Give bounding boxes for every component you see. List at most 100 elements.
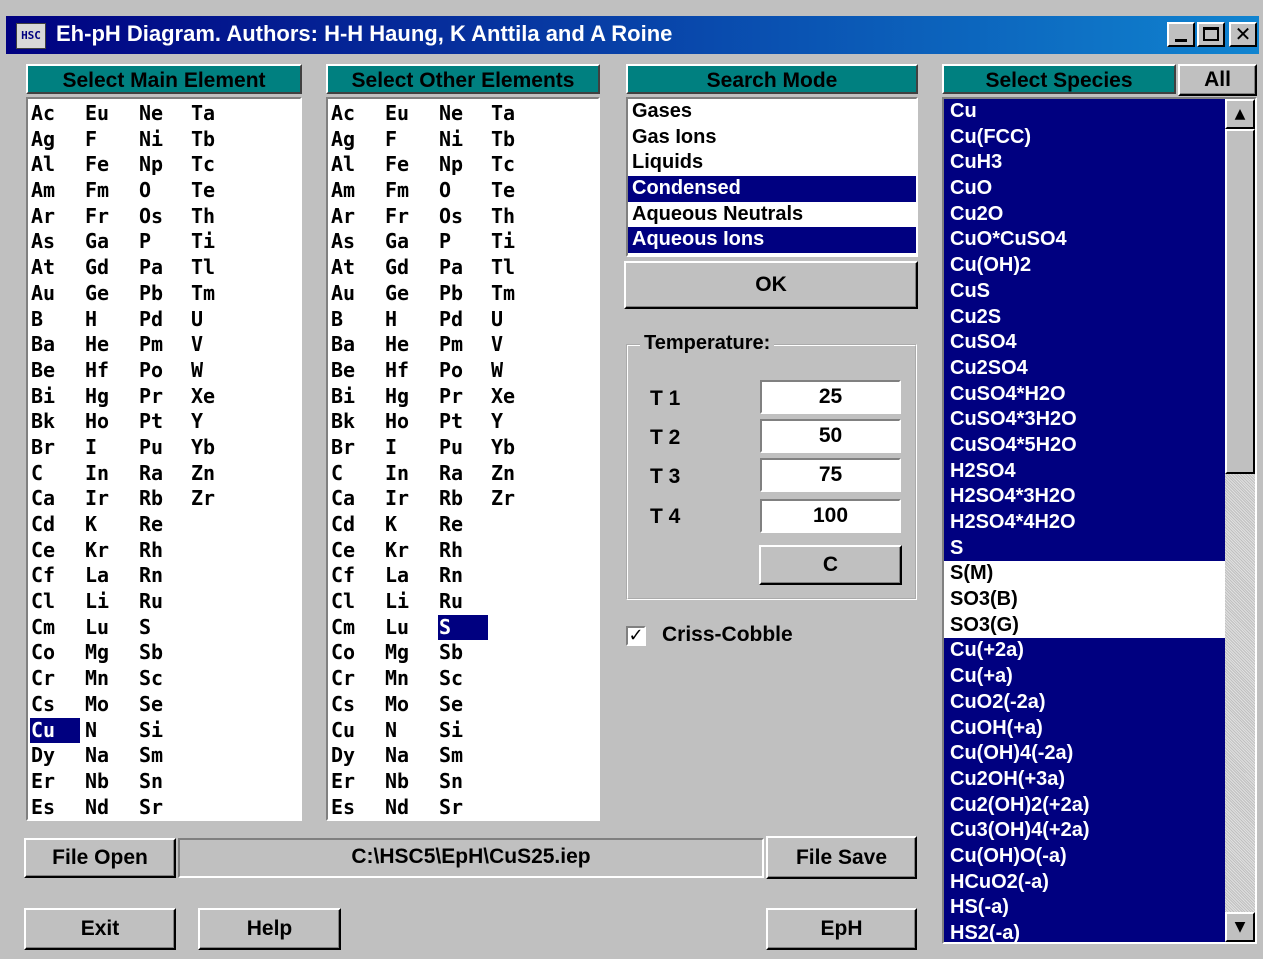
species-item[interactable]: CuSO4*3H2O <box>944 407 1225 433</box>
main-element-item[interactable]: Re <box>138 512 188 538</box>
main-element-list[interactable]: Ac Ag Al Am Ar As At Au B Ba Be Bi Bk Br C Ca Cd Ce Cf Cl Cm… <box>26 97 302 821</box>
main-element-item[interactable]: B <box>30 307 80 333</box>
other-element-item[interactable]: Pd <box>438 307 488 333</box>
main-element-item[interactable]: Sm <box>138 743 188 769</box>
main-element-item[interactable]: Zn <box>190 461 240 487</box>
main-element-item[interactable]: Li <box>84 589 134 615</box>
other-element-item[interactable]: Ni <box>438 127 488 153</box>
minimize-button[interactable] <box>1167 22 1195 47</box>
species-item[interactable]: CuSO4 <box>944 330 1225 356</box>
other-element-item[interactable]: Be <box>330 358 380 384</box>
other-element-item[interactable]: Li <box>384 589 434 615</box>
main-element-item[interactable]: N <box>84 718 134 744</box>
other-element-item[interactable]: I <box>384 435 434 461</box>
other-element-item[interactable]: Ir <box>384 486 434 512</box>
main-element-item[interactable]: Pu <box>138 435 188 461</box>
main-element-item[interactable]: Pr <box>138 384 188 410</box>
main-element-item[interactable]: Cd <box>30 512 80 538</box>
main-element-item[interactable]: Ce <box>30 538 80 564</box>
main-element-item[interactable]: Mg <box>84 640 134 666</box>
species-item[interactable]: CuSO4*5H2O <box>944 432 1225 459</box>
main-element-item[interactable]: U <box>190 307 240 333</box>
main-element-item[interactable]: Os <box>138 204 188 230</box>
main-element-item[interactable]: Ga <box>84 229 134 255</box>
other-element-item[interactable]: V <box>490 332 540 358</box>
main-element-item[interactable]: Nd <box>84 795 134 819</box>
search-mode-list[interactable]: Gases Gas Ions Liquids Condensed Aqueous Neu… <box>626 97 918 257</box>
other-element-item[interactable]: Br <box>330 435 380 461</box>
main-element-item[interactable]: Mo <box>84 692 134 718</box>
search-mode-item[interactable]: Aqueous Neutrals <box>628 202 916 228</box>
species-item[interactable]: CuO2(-2a) <box>944 689 1225 716</box>
main-element-item[interactable]: F <box>84 127 134 153</box>
other-element-item[interactable]: Cd <box>330 512 380 538</box>
main-element-item[interactable]: Sc <box>138 666 188 692</box>
other-element-item[interactable]: N <box>384 718 434 744</box>
other-element-item[interactable]: Ti <box>490 229 540 255</box>
other-element-item[interactable]: Sc <box>438 666 488 692</box>
app-icon[interactable]: HSC <box>16 23 46 49</box>
other-element-item[interactable]: Es <box>330 795 380 819</box>
main-element-item[interactable]: Np <box>138 152 188 178</box>
t1-input[interactable]: 25 <box>760 380 901 414</box>
help-button[interactable]: Help <box>198 908 341 950</box>
main-element-item[interactable]: Ge <box>84 281 134 307</box>
main-element-item[interactable]: Ru <box>138 589 188 615</box>
main-element-item[interactable]: Kr <box>84 538 134 564</box>
criss-cobble-label[interactable]: Criss-Cobble <box>662 623 793 647</box>
file-open-button[interactable]: File Open <box>24 838 176 878</box>
other-element-item[interactable]: Er <box>330 769 380 795</box>
species-item[interactable]: CuSO4*H2O <box>944 381 1225 408</box>
main-element-item[interactable]: Tl <box>190 255 240 281</box>
species-item[interactable]: Cu2(OH)2(+2a) <box>944 792 1225 819</box>
species-item[interactable]: Cu <box>944 99 1225 125</box>
species-scrollbar[interactable]: ▲ ▼ <box>1225 99 1255 942</box>
main-element-item[interactable]: Er <box>30 769 80 795</box>
main-element-item[interactable]: Zr <box>190 486 240 512</box>
species-item[interactable]: Cu(+a) <box>944 664 1225 690</box>
other-element-item[interactable]: Kr <box>384 538 434 564</box>
other-element-item[interactable]: Fe <box>384 152 434 178</box>
other-element-item[interactable]: Th <box>490 204 540 230</box>
other-element-item[interactable]: Nb <box>384 769 434 795</box>
other-element-item[interactable]: Cl <box>330 589 380 615</box>
other-element-item[interactable]: Yb <box>490 435 540 461</box>
species-item[interactable]: CuO <box>944 176 1225 202</box>
species-item[interactable]: H2SO4 <box>944 458 1225 485</box>
main-element-item[interactable]: C <box>30 461 80 487</box>
species-item[interactable]: SO3(B) <box>944 587 1225 613</box>
main-element-item[interactable]: Am <box>30 178 80 204</box>
other-element-item[interactable]: Co <box>330 640 380 666</box>
other-element-item[interactable]: Pr <box>438 384 488 410</box>
t3-input[interactable]: 75 <box>760 458 901 492</box>
other-element-item[interactable]: Sr <box>438 795 488 819</box>
other-element-item[interactable]: Ho <box>384 409 434 435</box>
other-element-item[interactable]: Gd <box>384 255 434 281</box>
other-element-item[interactable]: Bk <box>330 409 380 435</box>
other-element-item[interactable]: Rb <box>438 486 488 512</box>
main-element-item[interactable]: In <box>84 461 134 487</box>
main-element-item[interactable]: Y <box>190 409 240 435</box>
main-element-item[interactable]: Po <box>138 358 188 384</box>
species-item[interactable]: S <box>944 535 1225 562</box>
other-element-item[interactable]: He <box>384 332 434 358</box>
main-element-item[interactable]: Hf <box>84 358 134 384</box>
other-element-item[interactable]: S <box>438 614 488 641</box>
other-element-item[interactable]: Al <box>330 152 380 178</box>
select-all-button[interactable]: All <box>1178 64 1257 96</box>
other-element-item[interactable]: Re <box>438 512 488 538</box>
ok-button[interactable]: OK <box>624 261 918 309</box>
main-element-item[interactable]: Gd <box>84 255 134 281</box>
other-element-item[interactable]: Po <box>438 358 488 384</box>
other-element-item[interactable]: Pb <box>438 281 488 307</box>
scroll-up-button[interactable]: ▲ <box>1225 99 1255 129</box>
main-element-item[interactable]: Tm <box>190 281 240 307</box>
other-element-item[interactable]: Tm <box>490 281 540 307</box>
other-element-item[interactable]: Ge <box>384 281 434 307</box>
main-element-item[interactable]: Be <box>30 358 80 384</box>
other-element-item[interactable]: Eu <box>384 101 434 127</box>
other-element-item[interactable]: Sm <box>438 743 488 769</box>
main-element-item[interactable]: At <box>30 255 80 281</box>
species-item[interactable]: CuH3 <box>944 150 1225 177</box>
other-element-item[interactable]: Bi <box>330 384 380 410</box>
